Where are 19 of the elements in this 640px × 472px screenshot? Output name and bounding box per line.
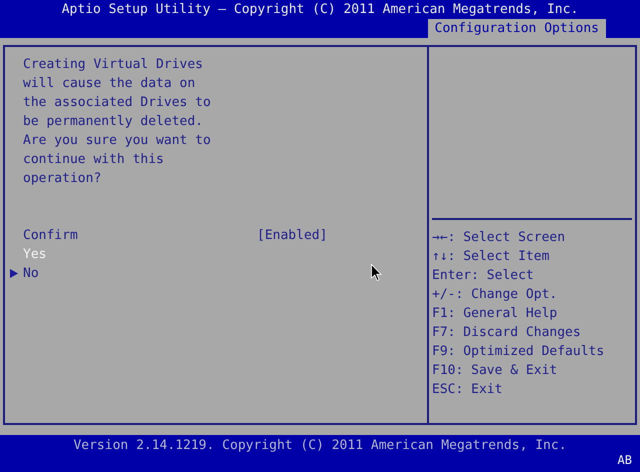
utility-title: Aptio Setup Utility – Copyright (C) 2011 American Megatrends, Inc. [60, 1, 580, 19]
mouse-pointer-icon [371, 264, 382, 281]
setting-label[interactable]: Confirm [23, 228, 78, 243]
menu-option[interactable]: No [23, 266, 39, 281]
key-help-line: Enter: Select [432, 267, 535, 285]
setting-value[interactable]: [Enabled] [257, 226, 328, 245]
version-text: Version 2.14.1219. Copyright (C) 2011 American Megatrends, Inc. [72, 437, 568, 455]
tab[interactable]: Configuration Options [428, 19, 606, 38]
key-help-line: ↑↓: Select Item [432, 248, 550, 266]
key-help-line: →←: Select Screen [432, 229, 566, 247]
corner-label: AB [618, 452, 632, 469]
key-help-line: +/-: Change Opt. [432, 286, 558, 304]
key-help-line: F1: General Help [432, 305, 558, 323]
key-help-line: F7: Discard Changes [432, 324, 582, 342]
triangle-pointer-icon [10, 269, 18, 278]
warning-message: Creating Virtual Drives will cause the data on the associated Drives to be permanently deleted. Are you sure you want to continue with this operation? [23, 56, 212, 188]
key-help-line: ESC: Exit [432, 381, 504, 399]
key-help-line: F9: Optimized Defaults [432, 343, 606, 361]
key-help-line: F10: Save & Exit [432, 362, 558, 380]
